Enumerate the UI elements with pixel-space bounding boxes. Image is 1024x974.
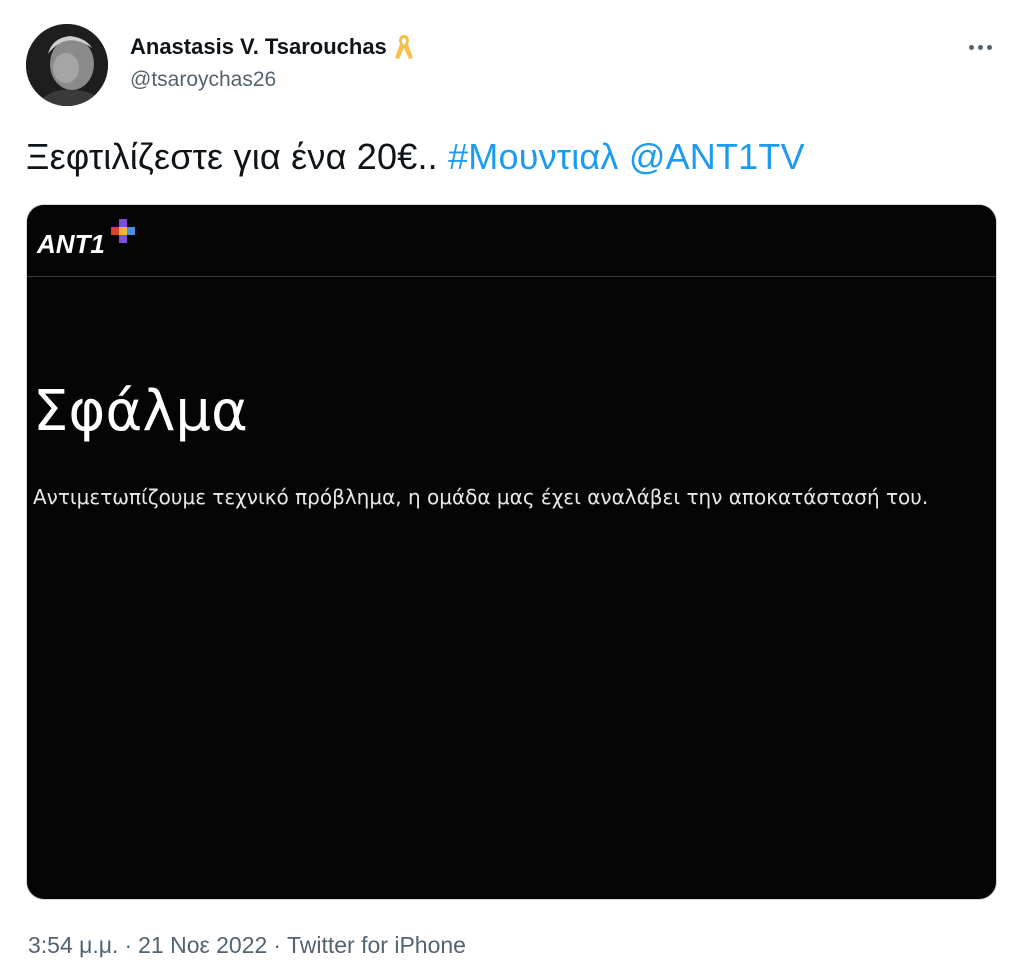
- ribbon-icon: [394, 35, 413, 59]
- tweet-card: Anastasis V. Tsarouchas @tsaroychas26 Ξε…: [0, 0, 1024, 974]
- tweet-date[interactable]: 21 Νοε 2022: [138, 932, 267, 958]
- more-horizontal-icon: [977, 44, 983, 50]
- hashtag-link[interactable]: #Μουντιαλ: [448, 136, 619, 177]
- author-name-text[interactable]: Anastasis V. Tsarouchas: [130, 34, 387, 60]
- tweet-time[interactable]: 3:54 μ.μ.: [28, 932, 118, 958]
- author-name[interactable]: Anastasis V. Tsarouchas: [130, 32, 417, 62]
- media-header-bar: ANT1: [27, 205, 996, 277]
- separator: ·: [273, 932, 281, 958]
- error-message: Αντιμετωπίζουμε τεχνικό πρόβλημα, η ομάδ…: [33, 485, 929, 509]
- error-title: Σφάλμα: [33, 379, 248, 444]
- author-avatar[interactable]: [26, 24, 108, 106]
- tweet-meta: 3:54 μ.μ. · 21 Νοε 2022 · Twitter for iPhone: [28, 932, 466, 959]
- tweet-media-image[interactable]: ANT1 Σφάλμα Αντιμετωπίζουμε τεχνικό πρόβ…: [26, 204, 997, 900]
- tweet-body: Ξεφτιλίζεστε για ένα 20€..: [26, 136, 438, 177]
- ant1-plus-logo: ANT1: [36, 219, 135, 257]
- author-handle[interactable]: @tsaroychas26: [130, 68, 276, 92]
- more-horizontal-icon: [986, 44, 992, 50]
- user-avatar-icon: [26, 24, 108, 106]
- separator: ·: [124, 932, 133, 958]
- more-options-button[interactable]: [960, 30, 1000, 64]
- tweet-source[interactable]: Twitter for iPhone: [287, 932, 466, 958]
- tweet-text: Ξεφτιλίζεστε για ένα 20€.. #Μουντιαλ @AN…: [26, 136, 805, 178]
- logo-text: ANT1: [36, 229, 105, 257]
- mention-link[interactable]: @ANT1TV: [629, 136, 805, 177]
- more-horizontal-icon: [968, 44, 974, 50]
